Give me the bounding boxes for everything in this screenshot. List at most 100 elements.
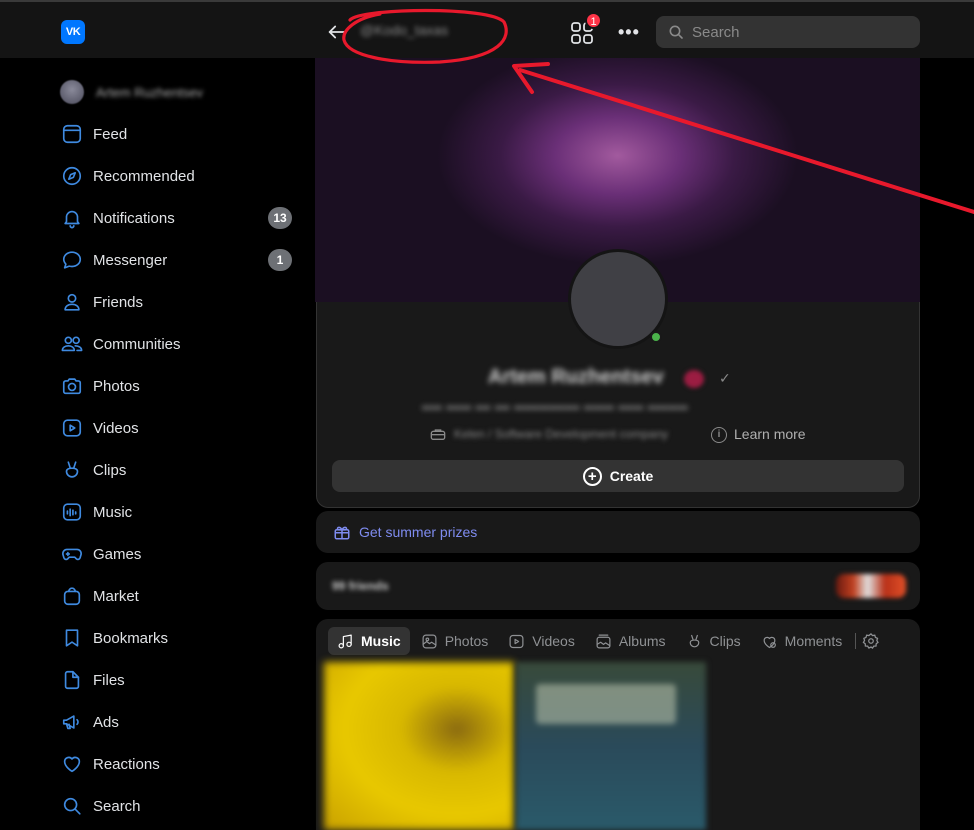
create-button[interactable]: + Create: [332, 460, 904, 492]
tab-label: Photos: [444, 633, 489, 649]
sidebar-item-communities[interactable]: Communities: [58, 323, 298, 365]
friend-avatars[interactable]: [836, 574, 906, 598]
search-icon: [669, 25, 683, 39]
tab-videos[interactable]: Videos: [499, 627, 584, 655]
sidebar-item-label: Reactions: [93, 755, 160, 773]
profile-handle: @Kodo_taxas: [360, 22, 449, 38]
top-bar: VK @Kodo_taxas 1 •••: [0, 0, 974, 58]
media-card: Music Photos Videos Albums Clips Moments: [316, 619, 920, 830]
sidebar-item-recommended[interactable]: Recommended: [58, 155, 298, 197]
sidebar-item-friends[interactable]: Friends: [58, 281, 298, 323]
feed-icon: [58, 120, 86, 148]
user-icon: [58, 288, 86, 316]
vk-logo[interactable]: VK: [61, 20, 85, 44]
sidebar-item-feed[interactable]: Feed: [58, 113, 298, 155]
music-thumbnail[interactable]: [324, 662, 514, 830]
sidebar-item-notifications[interactable]: Notifications 13: [58, 197, 298, 239]
more-options-icon[interactable]: •••: [618, 22, 640, 43]
sidebar-item-label: Files: [93, 671, 125, 689]
media-tabs: Music Photos Videos Albums Clips Moments: [328, 627, 880, 655]
sidebar-item-bookmarks[interactable]: Bookmarks: [58, 617, 298, 659]
left-sidebar: Artem Ruzhentsev Feed Recommended Notifi…: [58, 74, 298, 827]
sidebar-item-label: Bookmarks: [93, 629, 169, 647]
sidebar-item-ads[interactable]: Ads: [58, 701, 298, 743]
sidebar-item-label: Games: [93, 545, 142, 563]
sidebar-item-label: Photos: [93, 377, 140, 395]
tab-divider: [855, 633, 857, 649]
plus-circle-icon: +: [582, 466, 602, 486]
moments-icon: [763, 636, 776, 648]
tab-albums[interactable]: Albums: [586, 627, 675, 655]
online-indicator: [650, 331, 662, 343]
tab-label: Albums: [618, 633, 666, 649]
sidebar-item-videos[interactable]: Videos: [58, 407, 298, 449]
checkmark-icon: ✓: [719, 370, 731, 386]
sidebar-item-label: Communities: [93, 335, 181, 353]
notifications-count-badge: 13: [268, 207, 292, 229]
summer-prizes-link[interactable]: Get summer prizes: [359, 524, 477, 540]
sidebar-item-market[interactable]: Market: [58, 575, 298, 617]
friends-count[interactable]: 99 friends: [332, 579, 389, 593]
sidebar-item-messenger[interactable]: Messenger 1: [58, 239, 298, 281]
sidebar-item-label: Clips: [93, 461, 127, 479]
profile-status: •••• ••••• ••• ••• ••••••••••••• •••••• …: [422, 400, 689, 415]
tab-label: Music: [361, 633, 401, 649]
learn-more-link[interactable]: Learn more: [734, 426, 806, 442]
sidebar-item-photos[interactable]: Photos: [58, 365, 298, 407]
sidebar-item-label: Videos: [93, 419, 139, 437]
tab-photos[interactable]: Photos: [412, 627, 498, 655]
chat-icon: [58, 246, 86, 274]
sidebar-item-clips[interactable]: Clips: [58, 449, 298, 491]
tab-music[interactable]: Music: [328, 627, 410, 655]
tab-clips[interactable]: Clips: [677, 627, 750, 655]
compass-icon: [58, 162, 86, 190]
tab-label: Videos: [532, 633, 575, 649]
summer-prizes-card[interactable]: Get summer prizes: [316, 511, 920, 553]
sidebar-profile[interactable]: Artem Ruzhentsev: [58, 74, 298, 110]
megaphone-icon: [58, 708, 86, 736]
back-arrow-icon[interactable]: [326, 21, 348, 43]
music-thumbnail[interactable]: [516, 662, 706, 830]
sidebar-item-music[interactable]: Music: [58, 491, 298, 533]
tab-label: Moments: [784, 633, 843, 649]
sidebar-item-label: Recommended: [93, 167, 195, 185]
heart-icon: [58, 750, 86, 778]
search-input[interactable]: [692, 23, 902, 41]
sidebar-item-label: Music: [93, 503, 133, 521]
search-box[interactable]: [656, 16, 920, 48]
video-icon: [509, 634, 524, 648]
tab-moments[interactable]: Moments: [752, 627, 852, 655]
users-icon: [58, 330, 86, 358]
sidebar-item-reactions[interactable]: Reactions: [58, 743, 298, 785]
bag-icon: [58, 582, 86, 610]
sidebar-item-search[interactable]: Search: [58, 785, 298, 827]
sidebar-item-label: Friends: [93, 293, 144, 311]
sidebar-item-label: Messenger: [93, 251, 168, 269]
gear-icon: [862, 633, 880, 649]
friends-card[interactable]: 99 friends: [316, 562, 920, 610]
image-icon: [422, 634, 437, 648]
music-icon: [58, 498, 86, 526]
messenger-count-badge: 1: [268, 249, 292, 271]
sidebar-item-label: Market: [93, 587, 139, 605]
search-icon: [58, 792, 86, 820]
profile-work[interactable]: Kelen / Software Development company: [454, 427, 668, 441]
gamepad-icon: [58, 540, 86, 568]
tabs-settings-button[interactable]: [862, 632, 880, 650]
bookmark-icon: [58, 624, 86, 652]
music-note-icon: [338, 634, 352, 648]
sidebar-item-games[interactable]: Games: [58, 533, 298, 575]
status-emoji-icon[interactable]: [684, 370, 704, 388]
create-button-label: Create: [609, 468, 654, 484]
sidebar-item-label: Search: [93, 797, 141, 815]
albums-icon: [596, 634, 611, 648]
bell-icon: [58, 204, 86, 232]
file-icon: [58, 666, 86, 694]
sidebar-item-label: Feed: [93, 125, 128, 143]
sidebar-item-files[interactable]: Files: [58, 659, 298, 701]
info-icon: i: [711, 427, 727, 443]
tab-label: Clips: [709, 633, 741, 649]
sidebar-profile-name: Artem Ruzhentsev: [96, 84, 203, 100]
sidebar-item-label: Ads: [93, 713, 119, 731]
briefcase-icon: [430, 429, 446, 440]
